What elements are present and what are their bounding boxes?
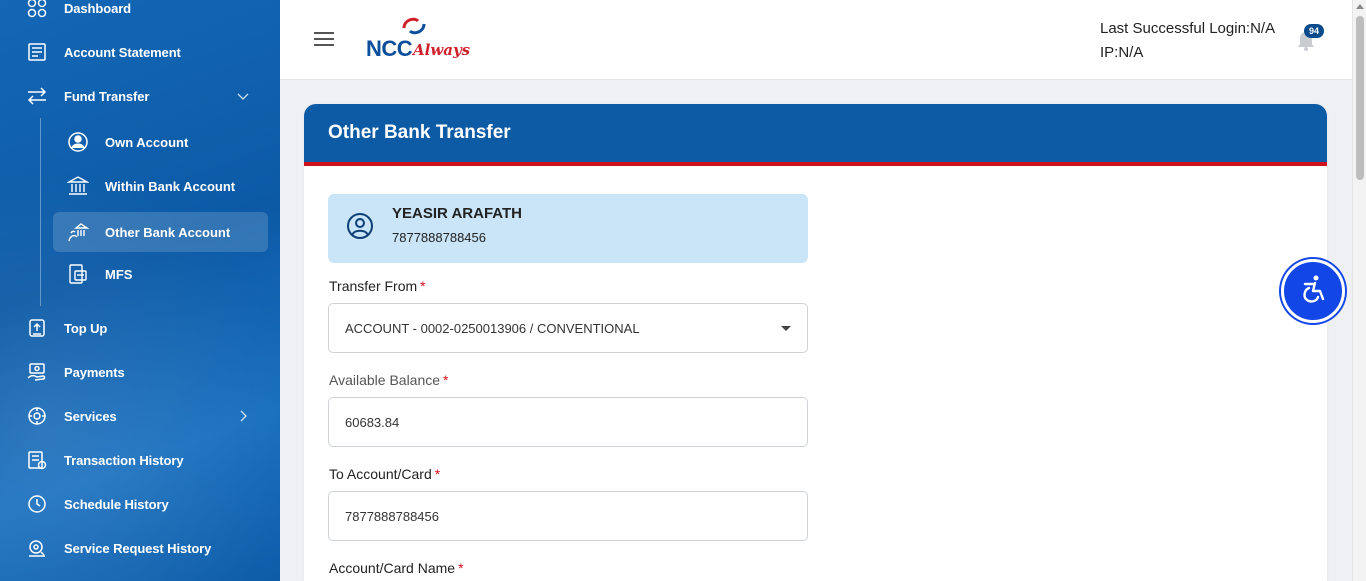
sidebar-item-label: Service Request History <box>64 540 212 556</box>
sidebar-item-services[interactable]: Services <box>0 396 280 436</box>
beneficiary-account: 7877888788456 <box>392 230 486 245</box>
to-account-label: To Account/Card * <box>329 466 441 482</box>
card-header: Other Bank Transfer <box>304 104 1327 166</box>
chevron-right-icon <box>236 409 250 423</box>
transfer-card: Other Bank Transfer YEASIR ARAFATH 78778… <box>304 104 1327 581</box>
submenu-tree-line <box>40 118 41 306</box>
own-account-icon <box>67 131 89 153</box>
transfer-from-select[interactable]: ACCOUNT - 0002-0250013906 / CONVENTIONAL <box>328 303 808 353</box>
clock-icon <box>26 493 48 515</box>
sidebar-subitem-mfs[interactable]: MFS <box>53 254 268 294</box>
last-login-text: Last Successful Login:N/A <box>1100 20 1276 37</box>
sidebar-item-label: Fund Transfer <box>64 88 150 104</box>
sidebar-item-fund-transfer[interactable]: Fund Transfer <box>0 76 280 116</box>
scroll-up-arrow-icon[interactable] <box>1356 4 1364 9</box>
sidebar-subitem-within-bank[interactable]: Within Bank Account <box>53 166 268 206</box>
sidebar: Dashboard Account Statement Fund Transfe… <box>0 0 280 581</box>
sidebar-item-top-up[interactable]: Top Up <box>0 308 280 348</box>
available-balance-field: 60683.84 <box>328 397 808 447</box>
sidebar-item-label: Top Up <box>64 320 108 336</box>
accessibility-button[interactable] <box>1281 259 1345 323</box>
top-header: NCC Always Last Successful Login:N/A IP:… <box>280 0 1352 80</box>
sidebar-subitem-other-bank[interactable]: Other Bank Account <box>53 212 268 252</box>
other-bank-icon <box>67 221 89 243</box>
wheelchair-icon <box>1296 272 1330 311</box>
login-info: Last Successful Login:N/A IP:N/A <box>1100 17 1275 65</box>
to-account-value: 7877888788456 <box>345 508 439 524</box>
sidebar-subitem-label: Within Bank Account <box>105 178 236 194</box>
transfer-from-value: ACCOUNT - 0002-0250013906 / CONVENTIONAL <box>345 320 640 336</box>
sidebar-subitem-label: MFS <box>105 266 133 282</box>
payments-icon <box>26 361 48 383</box>
chevron-down-icon <box>236 89 250 103</box>
logo-script: Always <box>413 41 471 59</box>
transfer-from-label: Transfer From * <box>329 278 426 294</box>
sidebar-item-label: Account Statement <box>64 44 181 60</box>
scroll-thumb[interactable] <box>1356 16 1364 180</box>
page-title: Other Bank Transfer <box>328 122 511 143</box>
user-circle-icon <box>346 212 374 240</box>
topup-icon <box>26 317 48 339</box>
sidebar-item-service-request-history[interactable]: Service Request History <box>0 528 280 568</box>
beneficiary-info: YEASIR ARAFATH 7877888788456 <box>328 194 808 263</box>
account-name-label: Account/Card Name * <box>329 560 464 576</box>
transfer-icon <box>26 85 48 107</box>
available-balance-label: Available Balance * <box>329 372 449 388</box>
sidebar-item-label: Dashboard <box>64 0 132 16</box>
beneficiary-name: YEASIR ARAFATH <box>392 205 523 222</box>
to-account-input[interactable]: 7877888788456 <box>328 491 808 541</box>
mfs-icon <box>67 263 89 285</box>
bank-icon <box>67 175 89 197</box>
page-scrollbar[interactable] <box>1352 0 1366 581</box>
sidebar-subitem-own-account[interactable]: Own Account <box>53 122 268 162</box>
sidebar-item-schedule-history[interactable]: Schedule History <box>0 484 280 524</box>
services-icon <box>26 405 48 427</box>
statement-icon <box>26 41 48 63</box>
ip-text: IP:N/A <box>1100 44 1144 61</box>
notification-badge: 94 <box>1304 24 1324 38</box>
sidebar-item-label: Schedule History <box>64 496 169 512</box>
sidebar-subitem-label: Own Account <box>105 134 189 150</box>
service-request-icon <box>26 537 48 559</box>
sidebar-subitem-label: Other Bank Account <box>105 224 231 240</box>
logo-text: NCC <box>366 36 413 61</box>
dashboard-icon <box>26 0 48 19</box>
sidebar-item-transaction-history[interactable]: Transaction History <box>0 440 280 480</box>
ncc-logo[interactable]: NCC Always <box>366 16 470 64</box>
sidebar-item-label: Services <box>64 408 117 424</box>
transaction-history-icon <box>26 449 48 471</box>
sidebar-item-label: Transaction History <box>64 452 184 468</box>
dropdown-caret-icon <box>781 326 791 331</box>
sidebar-item-label: Payments <box>64 364 125 380</box>
sidebar-item-account-statement[interactable]: Account Statement <box>0 32 280 72</box>
available-balance-value: 60683.84 <box>345 414 400 430</box>
hamburger-menu-icon[interactable] <box>314 32 334 48</box>
sidebar-item-dashboard[interactable]: Dashboard <box>0 0 280 28</box>
sidebar-item-payments[interactable]: Payments <box>0 352 280 392</box>
